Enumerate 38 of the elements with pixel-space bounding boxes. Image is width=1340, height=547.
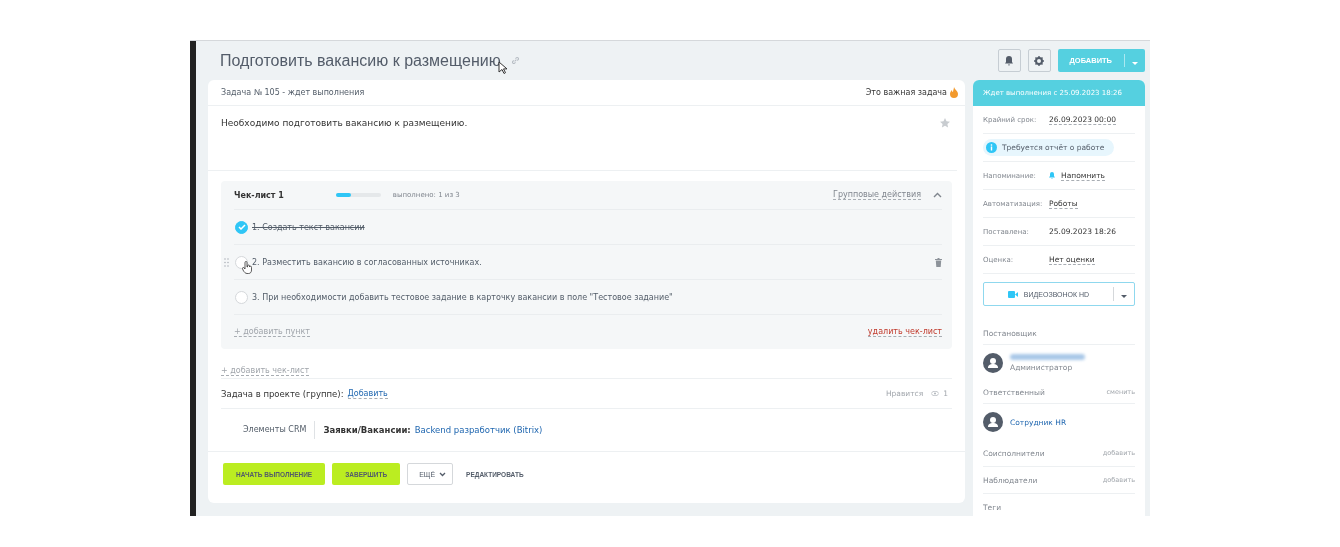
flame-icon (950, 87, 958, 98)
camera-icon (1007, 290, 1018, 298)
crm-label: Элементы CRM (243, 421, 316, 439)
task-description: Необходимо подготовить вакансию к размещению. (221, 118, 468, 130)
chevron-icon[interactable] (933, 192, 942, 198)
cursor-icon (498, 60, 508, 75)
group-actions-link[interactable]: Групповые действия (833, 190, 921, 200)
check-icon (237, 224, 246, 230)
checkbox[interactable] (235, 220, 248, 234)
checklist-title: Чек-лист 1 (234, 190, 284, 200)
settings-icon (1034, 55, 1044, 66)
checklist-item[interactable]: 3. При необходимости добавить тестовое задание в карточку вакансии в поле "Тестовое задание" (252, 292, 673, 302)
caret-icon (1132, 62, 1138, 66)
bell-icon (1004, 55, 1014, 66)
task-status: Задача № 105 - ждет выполнения (221, 88, 366, 97)
add-project-link[interactable]: Добавить (347, 388, 388, 399)
checklist-item[interactable]: 1. Создать текст вакансии (252, 222, 365, 232)
caret-icon (1121, 295, 1127, 299)
star-icon[interactable] (940, 118, 950, 128)
trash-icon[interactable] (935, 257, 942, 267)
checklist-item[interactable]: 2. Разместить вакансию в согласованных источниках. (252, 257, 482, 267)
important-toggle[interactable]: Это важная задача (865, 88, 947, 97)
drag-handle-icon[interactable] (224, 257, 229, 267)
chevron-icon (439, 471, 447, 477)
link-icon[interactable] (510, 56, 520, 65)
task-title: Подготовить вакансию к размещению (220, 51, 501, 70)
project-label: Задача в проекте (группе): (221, 388, 344, 399)
crm-link[interactable]: Backend разработчик (Bitrix) (414, 425, 543, 435)
settings-button[interactable] (1027, 49, 1051, 72)
bell-icon (1049, 172, 1055, 179)
info-icon (986, 142, 997, 153)
crm-type: Заявки/Вакансии: (323, 425, 411, 435)
avatar-icon (983, 353, 1003, 373)
checkbox[interactable] (235, 290, 248, 304)
eye-icon (931, 391, 940, 396)
notification-button[interactable] (997, 49, 1021, 72)
avatar-icon (983, 412, 1003, 432)
delete-checklist-link[interactable]: удалить чек-лист (867, 327, 942, 337)
